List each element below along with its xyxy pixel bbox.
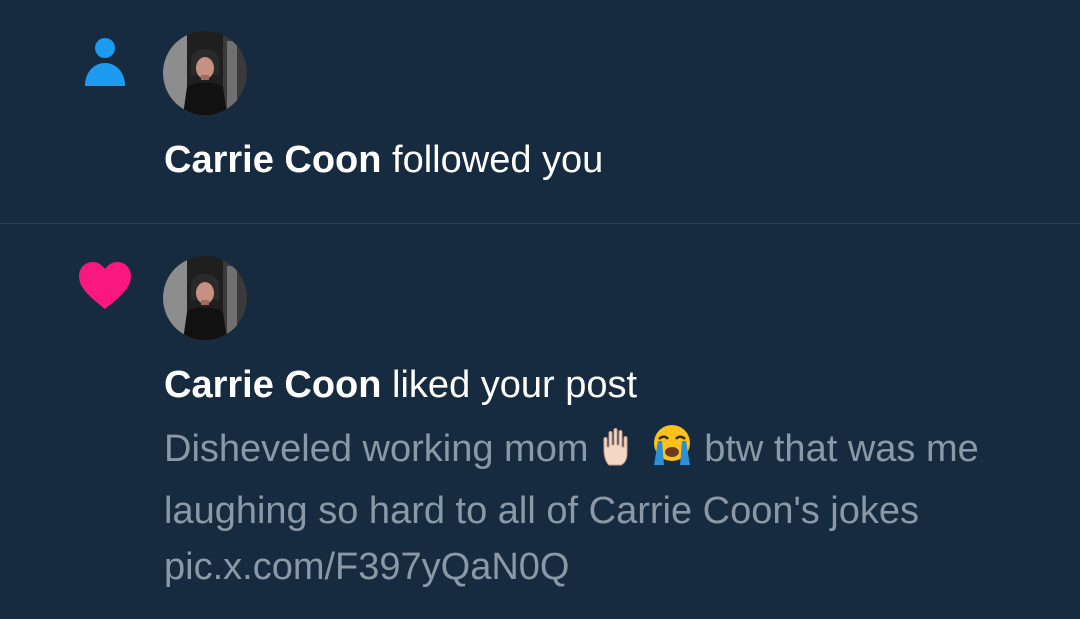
user-name[interactable]: Carrie Coon xyxy=(164,364,381,406)
notification-headline: Carrie Coon followed you xyxy=(164,136,603,184)
person-icon xyxy=(76,34,134,92)
like-notification[interactable]: Carrie Coon liked your post Disheveled w… xyxy=(0,225,1080,619)
user-name[interactable]: Carrie Coon xyxy=(164,139,381,181)
post-text-start: Disheveled working mom xyxy=(164,428,589,470)
notifications-feed: Carrie Coon followed you Carrie Coon lik… xyxy=(0,0,1080,619)
action-text: followed you xyxy=(392,139,604,181)
raised-hand-icon xyxy=(599,427,639,483)
notification-headline: Carrie Coon liked your post xyxy=(164,361,637,409)
follow-notification[interactable]: Carrie Coon followed you xyxy=(0,0,1080,224)
crying-face-icon xyxy=(650,423,694,483)
action-text: liked your post xyxy=(392,364,638,406)
avatar[interactable] xyxy=(163,256,247,340)
post-preview[interactable]: Disheveled working mom btw that was me l… xyxy=(164,421,1044,595)
avatar[interactable] xyxy=(163,31,247,115)
heart-icon xyxy=(76,257,134,315)
